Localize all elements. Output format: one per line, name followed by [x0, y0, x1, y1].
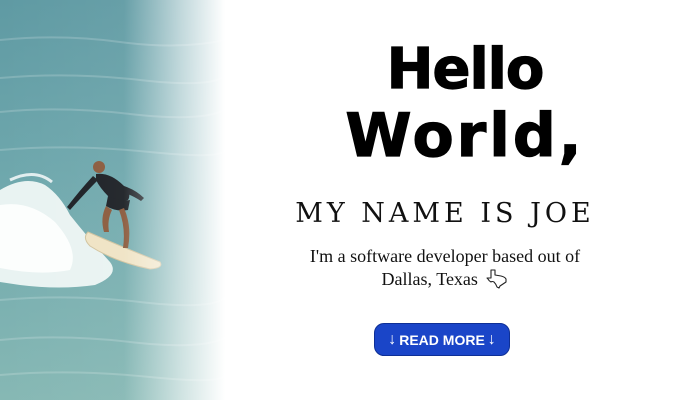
bio-line-1: I'm a software developer based out of [309, 246, 581, 266]
texas-outline-icon [486, 269, 508, 295]
bio-text: I'm a software developer based out of Da… [270, 245, 620, 295]
read-more-label: READ MORE [399, 331, 485, 348]
headline-world: World, [345, 101, 585, 171]
read-more-button[interactable]: ↓ READ MORE ↓ [374, 323, 510, 356]
hero-section: Hello World, MY NAME IS JOE I'm a softwa… [0, 0, 700, 400]
name-subtitle: MY NAME IS JOE [295, 198, 595, 229]
arrow-down-icon: ↓ [388, 330, 397, 348]
surfer-image [0, 0, 225, 400]
surfer-photo [0, 0, 225, 400]
arrow-down-icon: ↓ [487, 330, 496, 348]
bio-line-2: Dallas, Texas [381, 269, 478, 289]
headline-hello: Hello [386, 37, 545, 102]
